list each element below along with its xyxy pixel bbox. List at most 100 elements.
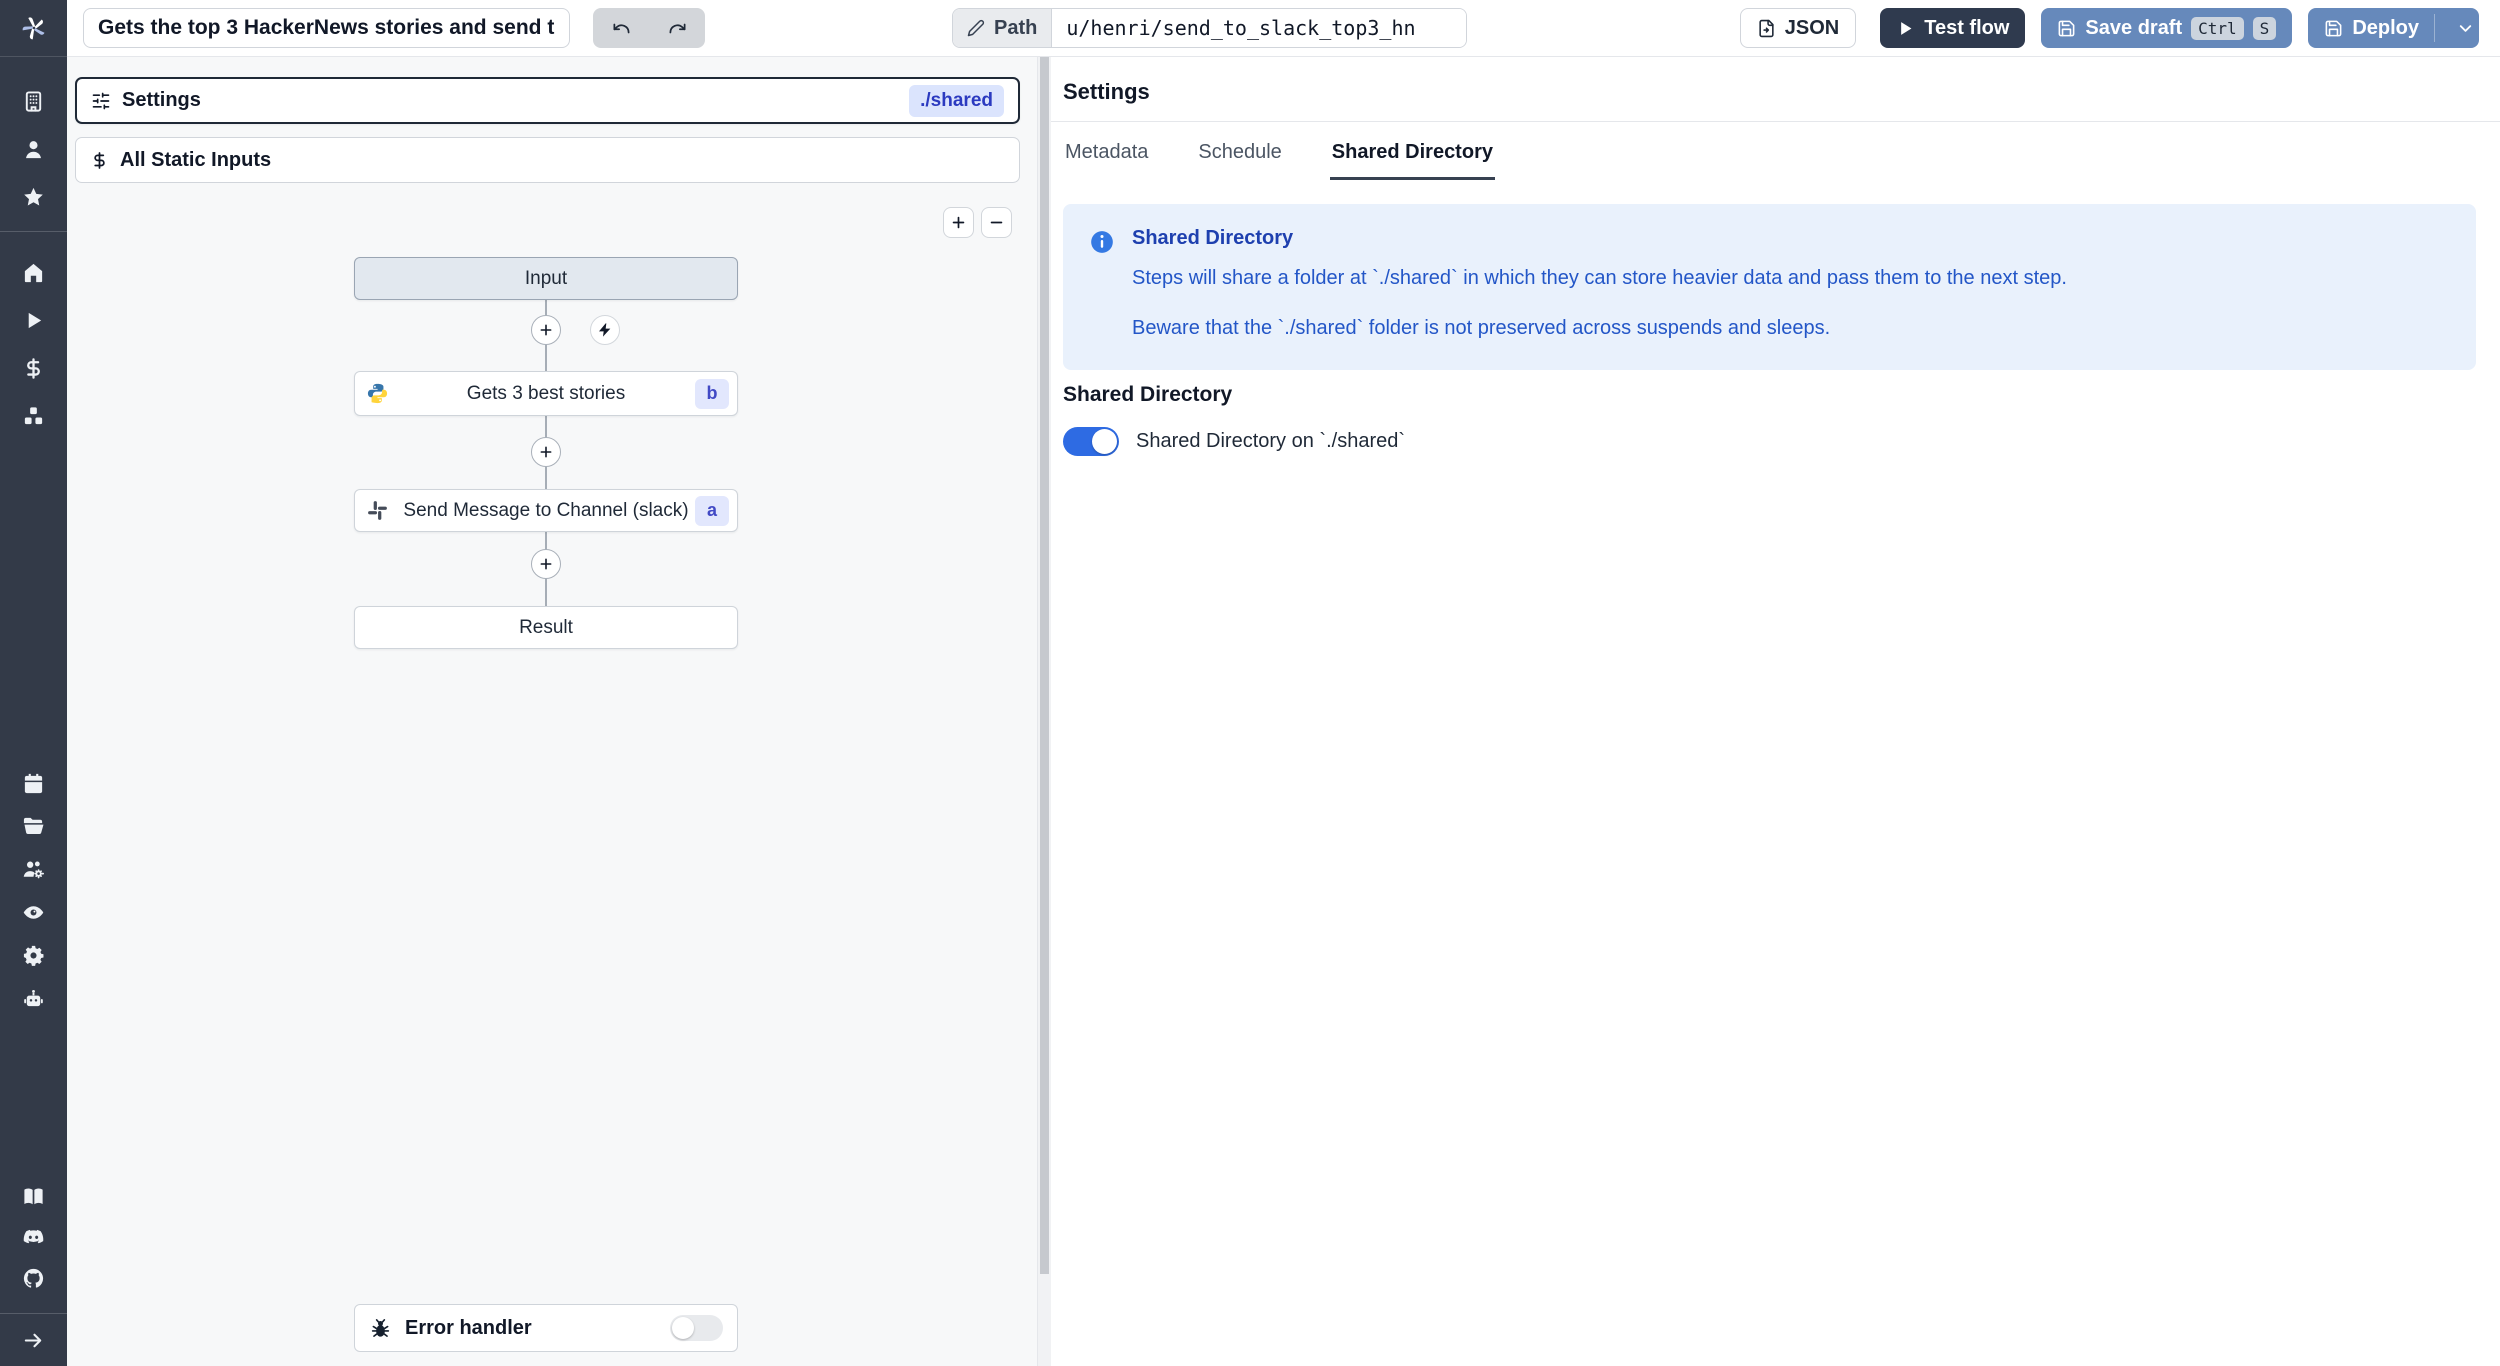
- top-bar: Path JSON Test flow Save draft Ctrl S: [67, 0, 2500, 57]
- path-field-group: Path: [952, 8, 1467, 48]
- save-icon: [2059, 20, 2075, 36]
- info-content: Shared Directory Steps will share a fold…: [1132, 227, 2067, 347]
- plus-icon: [952, 216, 965, 229]
- shared-directory-toggle[interactable]: [1063, 427, 1119, 456]
- top-bar-actions: JSON Test flow Save draft Ctrl S Deploy: [1739, 8, 2479, 48]
- bug-icon: [371, 1318, 390, 1337]
- all-static-inputs-box[interactable]: All Static Inputs: [75, 137, 1020, 183]
- windmill-logo[interactable]: [0, 0, 67, 57]
- sidebar-item-workspace[interactable]: [0, 77, 67, 125]
- play-icon: [28, 312, 42, 328]
- step-b-label: Gets 3 best stories: [466, 382, 626, 404]
- sidebar-item-favorites[interactable]: [0, 173, 67, 221]
- sidebar-item-user[interactable]: [0, 125, 67, 173]
- error-handler-box[interactable]: Error handler: [354, 1304, 738, 1352]
- deploy-button[interactable]: Deploy: [2308, 8, 2479, 48]
- tab-metadata[interactable]: Metadata: [1063, 122, 1150, 180]
- path-label-area[interactable]: Path: [953, 9, 1053, 47]
- history-controls: [593, 8, 705, 48]
- test-flow-button[interactable]: Test flow: [1880, 8, 2026, 48]
- settings-panel-title: Settings: [1063, 79, 1150, 104]
- settings-tabs: Metadata Schedule Shared Directory: [1063, 122, 1495, 180]
- boxes-icon: [24, 406, 43, 424]
- info-icon: [1091, 231, 1113, 253]
- plus-icon: [540, 446, 552, 458]
- sidebar-item-runs[interactable]: [0, 296, 67, 344]
- home-icon: [24, 263, 43, 282]
- chevron-down-icon: [2459, 24, 2472, 32]
- sidebar-item-resources[interactable]: [0, 392, 67, 440]
- canvas-zoom-controls: [943, 207, 1012, 238]
- sidebar-item-workers[interactable]: [0, 977, 67, 1020]
- play-icon: [1901, 21, 1912, 35]
- undo-button[interactable]: [593, 8, 649, 48]
- flow-title-input[interactable]: [83, 8, 570, 48]
- zoom-in-button[interactable]: [943, 207, 974, 238]
- zoom-out-button[interactable]: [981, 207, 1012, 238]
- save-draft-button[interactable]: Save draft Ctrl S: [2041, 8, 2293, 48]
- sidebar-item-discord[interactable]: [0, 1217, 67, 1258]
- flow-node-step-b[interactable]: Gets 3 best stories b: [354, 371, 738, 416]
- eye-icon: [23, 906, 44, 919]
- save-icon: [2325, 20, 2342, 36]
- minus-icon: [990, 221, 1003, 224]
- user-icon: [26, 140, 41, 158]
- add-step-button-2[interactable]: [531, 437, 561, 467]
- flow-settings-box[interactable]: Settings ./shared: [75, 77, 1020, 124]
- sidebar-item-folders[interactable]: [0, 805, 67, 848]
- settings-panel: Settings Metadata Schedule Shared Direct…: [1051, 57, 2500, 1366]
- plus-icon: [540, 324, 552, 336]
- add-trigger-button[interactable]: [590, 315, 620, 345]
- sidebar-separator: [0, 231, 67, 232]
- tab-schedule[interactable]: Schedule: [1196, 122, 1283, 180]
- sidebar-item-schedules[interactable]: [0, 762, 67, 805]
- flow-node-result[interactable]: Result: [354, 606, 738, 649]
- error-handler-toggle[interactable]: [670, 1315, 723, 1341]
- shared-directory-info-box: Shared Directory Steps will share a fold…: [1063, 204, 2476, 370]
- slack-icon: [368, 501, 387, 520]
- sidebar-item-docs[interactable]: [0, 1176, 67, 1217]
- panel-resize-scrollbar[interactable]: [1037, 57, 1051, 1366]
- result-node-label: Result: [519, 616, 573, 638]
- dollar-icon: [27, 357, 40, 379]
- shared-directory-badge: ./shared: [909, 84, 1004, 117]
- step-b-badge: b: [695, 378, 729, 409]
- path-input[interactable]: [1052, 9, 1466, 47]
- sidebar-item-home[interactable]: [0, 248, 67, 296]
- toggle-knob: [672, 1317, 694, 1339]
- file-json-icon: [1759, 19, 1774, 37]
- gear-icon: [23, 945, 44, 966]
- deploy-more-button[interactable]: [2444, 19, 2479, 38]
- flow-node-step-a[interactable]: Send Message to Channel (slack) a: [354, 489, 738, 532]
- redo-button[interactable]: [649, 8, 705, 48]
- tab-shared-directory[interactable]: Shared Directory: [1329, 122, 1495, 180]
- json-button-label: JSON: [1784, 16, 1840, 39]
- add-step-button-1[interactable]: [531, 315, 561, 345]
- sidebar-item-settings[interactable]: [0, 934, 67, 977]
- deploy-split-divider: [2434, 14, 2435, 42]
- all-static-inputs-label: All Static Inputs: [120, 148, 272, 171]
- users-gear-icon: [23, 861, 45, 879]
- add-step-button-3[interactable]: [531, 549, 561, 579]
- redo-icon: [669, 23, 685, 33]
- building-icon: [25, 90, 42, 112]
- scrollbar-thumb[interactable]: [1040, 57, 1049, 1275]
- flow-node-input[interactable]: Input: [354, 257, 738, 300]
- discord-icon: [23, 1229, 44, 1244]
- flow-editor-panel: Settings ./shared All Static Inputs Inpu…: [67, 57, 1037, 1366]
- sidebar-item-variables[interactable]: [0, 344, 67, 392]
- sidebar-item-audit-logs[interactable]: [0, 891, 67, 934]
- undo-icon: [613, 23, 629, 33]
- json-button[interactable]: JSON: [1739, 8, 1857, 48]
- github-icon: [23, 1268, 44, 1288]
- test-flow-label: Test flow: [1924, 16, 2010, 39]
- sidebar-item-github[interactable]: [0, 1258, 67, 1299]
- kbd-s: S: [2252, 16, 2277, 40]
- sidebar-item-groups[interactable]: [0, 848, 67, 891]
- deploy-label: Deploy: [2352, 16, 2419, 39]
- sidebar-expand-button[interactable]: [0, 1314, 67, 1366]
- pencil-icon: [967, 19, 985, 37]
- kbd-ctrl: Ctrl: [2191, 16, 2244, 40]
- info-line-1: Steps will share a folder at `./shared` …: [1132, 267, 2067, 289]
- sliders-icon: [92, 92, 110, 109]
